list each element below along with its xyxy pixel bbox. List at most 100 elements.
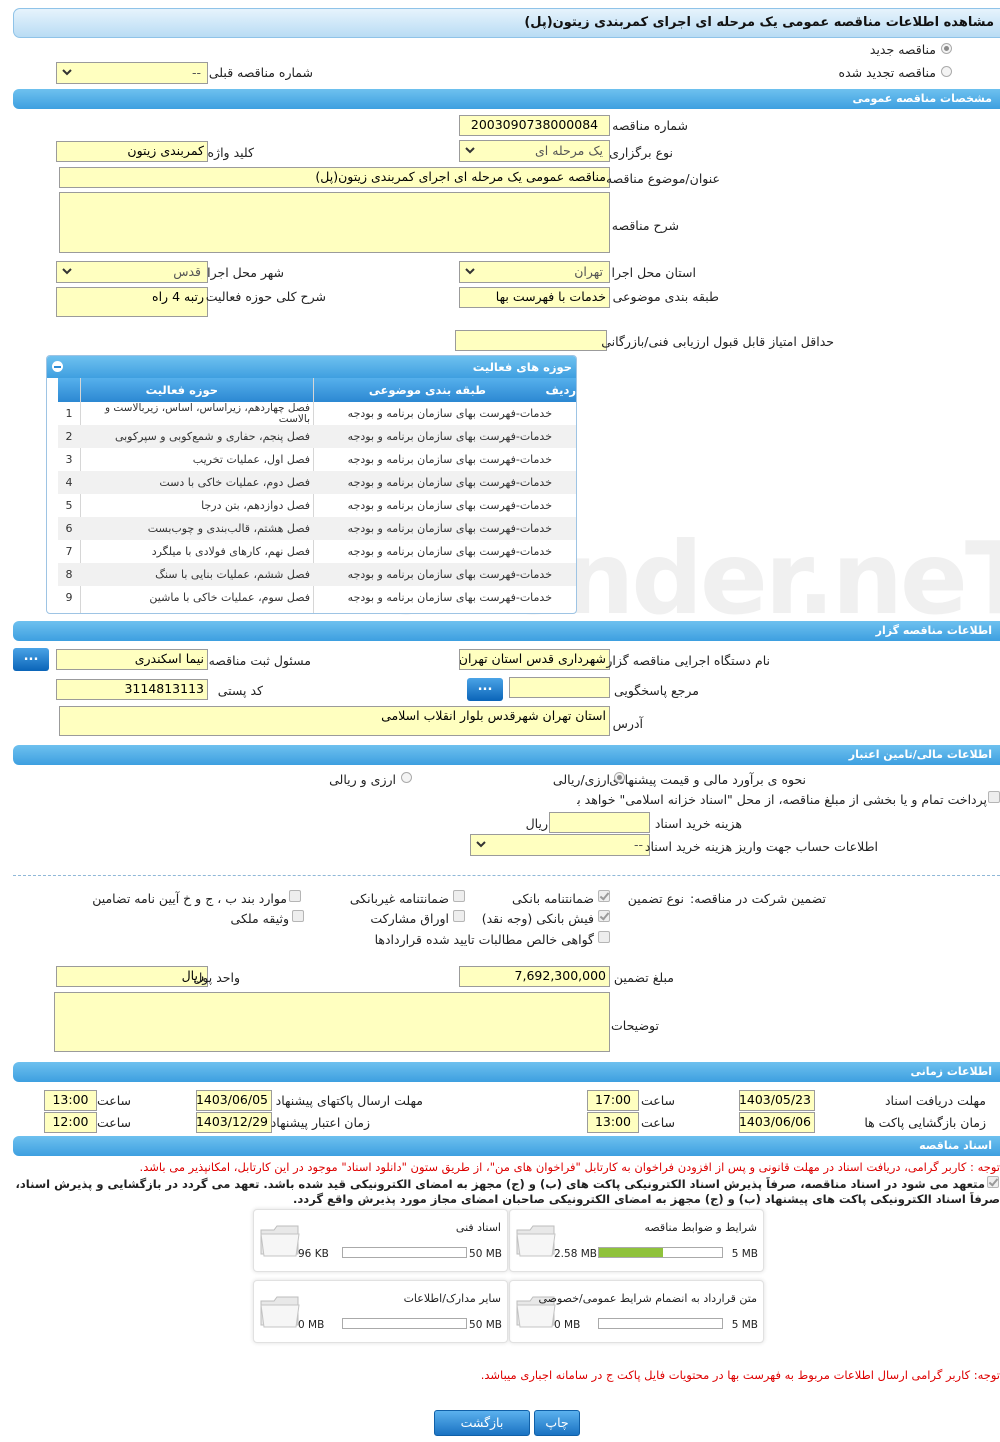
registrar-lookup-button[interactable]: ... bbox=[13, 648, 49, 671]
postal-code-field: 3114813113 bbox=[56, 679, 208, 700]
nonbank-guarantee-checkbox[interactable] bbox=[453, 890, 465, 902]
document-file-card[interactable]: متن قرارداد به انضمام شرایط عمومی/خصوصی 5… bbox=[509, 1280, 764, 1343]
file-max-size: 50 MB bbox=[469, 1319, 502, 1331]
estimate-option-1-label: ارزی/ریالی bbox=[552, 772, 610, 787]
back-button[interactable]: بازگشت bbox=[434, 1410, 530, 1436]
bank-receipt-checkbox[interactable] bbox=[598, 910, 610, 922]
doc-time-label: ساعت bbox=[640, 1093, 675, 1108]
holding-type-select[interactable]: یک مرحله ای bbox=[459, 140, 610, 162]
islamic-treasury-label: پرداخت تمام و یا بخشی از مبلغ مناقصه، از… bbox=[577, 792, 987, 807]
province-select[interactable]: تهران bbox=[459, 261, 610, 283]
doc-fee-label: هزینه خرید اسناد bbox=[654, 816, 742, 831]
row-category: خدمات-فهرست بهای سازمان برنامه و بودجه bbox=[347, 591, 552, 604]
collapse-icon[interactable] bbox=[52, 361, 63, 372]
estimate-option-2-radio[interactable] bbox=[401, 772, 412, 783]
row-category: خدمات-فهرست بهای سازمان برنامه و بودجه bbox=[347, 476, 552, 489]
row-field: فصل نهم، کارهای فولادی با میلگرد bbox=[151, 545, 310, 558]
file-name: متن قرارداد به انضمام شرایط عمومی/خصوصی bbox=[538, 1292, 757, 1305]
file-size-bar bbox=[598, 1247, 723, 1258]
table-row: 3 خدمات-فهرست بهای سازمان برنامه و بودجه ف… bbox=[58, 448, 576, 471]
file-size-bar bbox=[598, 1318, 723, 1329]
document-file-card[interactable]: اسناد فنی 50 MB 96 KB bbox=[253, 1209, 508, 1272]
account-select[interactable]: -- bbox=[470, 834, 650, 856]
scope-field: رتبه 4 راه bbox=[56, 287, 208, 317]
document-file-card[interactable]: سایر مدارک/اطلاعات 50 MB 0 MB bbox=[253, 1280, 508, 1343]
property-checkbox[interactable] bbox=[292, 910, 304, 922]
guarantee-notes-field bbox=[54, 992, 610, 1052]
documents-section-header: اسناد مناقصه bbox=[13, 1136, 1000, 1156]
validity-time: 12:00 bbox=[44, 1112, 97, 1133]
folder-icon bbox=[514, 1220, 558, 1263]
city-value: قدس bbox=[173, 264, 201, 279]
activity-panel: حوزه های فعالیت ردیف طبقه بندی موضوعی حو… bbox=[46, 355, 577, 614]
opening-field: 1403/06/06 bbox=[739, 1112, 815, 1133]
guarantee-amount-label: مبلغ تضمین bbox=[613, 970, 674, 985]
registrar-field: نیما اسکندری bbox=[56, 649, 208, 670]
reference-lookup-button[interactable]: ... bbox=[467, 678, 503, 701]
file-current-size: 2.58 MB bbox=[554, 1248, 597, 1260]
previous-tender-select[interactable]: -- bbox=[56, 62, 208, 84]
other-items-checkbox[interactable] bbox=[289, 890, 301, 902]
guarantee-amount-field: 7,692,300,000 bbox=[459, 966, 610, 987]
row-category: خدمات-فهرست بهای سازمان برنامه و بودجه bbox=[347, 499, 552, 512]
chevron-down-icon bbox=[465, 147, 475, 154]
doc-deadline-field: 1403/05/23 bbox=[739, 1090, 815, 1111]
bank-guarantee-checkbox[interactable] bbox=[598, 890, 610, 902]
city-select[interactable]: قدس bbox=[56, 261, 208, 283]
file-name: اسناد فنی bbox=[455, 1221, 501, 1234]
validity-time-label: ساعت bbox=[96, 1115, 131, 1130]
new-tender-radio[interactable] bbox=[941, 43, 952, 54]
province-label: استان محل اجرا bbox=[611, 265, 696, 280]
category-field: خدمات با فهرست بها bbox=[459, 287, 610, 308]
table-row: 4 خدمات-فهرست بهای سازمان برنامه و بودجه ف… bbox=[58, 471, 576, 494]
min-score-label: حداقل امتیاز قابل قبول ارزیابی فنی/بازرگ… bbox=[601, 334, 834, 349]
col-row: ردیف bbox=[545, 383, 576, 397]
timing-section-header: اطلاعات زمانی bbox=[13, 1062, 1000, 1082]
address-label: آدرس bbox=[612, 716, 643, 731]
address-field: استان تهران شهرقدس بلوار انقلاب اسلامی bbox=[59, 706, 610, 736]
previous-tender-label: شماره مناقصه قبلی bbox=[208, 65, 313, 80]
guarantee-notes-label: توضیحات bbox=[611, 1018, 659, 1033]
documents-section-title: اسناد مناقصه bbox=[919, 1139, 992, 1152]
guarantee-title: تضمین شرکت در مناقصه: bbox=[690, 891, 826, 906]
row-field: فصل ششم، عملیات بنایی با سنگ bbox=[155, 568, 310, 581]
doc-deadline-time: 17:00 bbox=[587, 1090, 639, 1111]
chevron-down-icon bbox=[465, 268, 475, 275]
activity-table-header: ردیف طبقه بندی موضوعی حوزه فعالیت bbox=[58, 378, 576, 402]
guarantee-type-label: نوع تضمین bbox=[627, 891, 684, 906]
bonds-checkbox[interactable] bbox=[453, 910, 465, 922]
islamic-treasury-checkbox[interactable] bbox=[988, 791, 1000, 803]
claims-checkbox[interactable] bbox=[598, 931, 610, 943]
scope-label: شرح کلی حوزه فعالیت bbox=[205, 289, 326, 304]
estimate-option-1-radio[interactable] bbox=[614, 772, 625, 783]
row-field: فصل دوم، عملیات خاکی با دست bbox=[159, 476, 310, 489]
bonds-label: اوراق مشارکت bbox=[370, 911, 449, 926]
document-file-card[interactable]: شرایط و ضوابط مناقصه 5 MB 2.58 MB bbox=[509, 1209, 764, 1272]
currency-label: واحد پول bbox=[193, 970, 240, 985]
print-button[interactable]: چاپ bbox=[534, 1410, 580, 1436]
table-row: 2 خدمات-فهرست بهای سازمان برنامه و بودجه ف… bbox=[58, 425, 576, 448]
table-row: 1 خدمات-فهرست بهای سازمان برنامه و بودجه ف… bbox=[58, 402, 576, 425]
renewed-tender-radio[interactable] bbox=[941, 66, 952, 77]
commitment-checkbox[interactable] bbox=[987, 1176, 999, 1188]
file-max-size: 5 MB bbox=[731, 1319, 758, 1331]
organizer-section-header: اطلاعات مناقصه گزار bbox=[13, 621, 1000, 641]
agency-label: نام دستگاه اجرایی مناقصه گزار bbox=[606, 653, 770, 668]
submit-deadline-time: 13:00 bbox=[44, 1090, 97, 1111]
validity-label: زمان اعتبار پیشنهاد bbox=[270, 1115, 370, 1130]
folder-icon bbox=[258, 1220, 302, 1263]
submit-deadline-field: 1403/06/05 bbox=[196, 1090, 272, 1111]
chevron-down-icon bbox=[62, 268, 72, 275]
row-field: فصل اول، عملیات تخریب bbox=[192, 453, 310, 466]
activity-panel-header: حوزه های فعالیت bbox=[47, 356, 576, 378]
previous-tender-value: -- bbox=[191, 65, 201, 80]
opening-label: زمان بازگشایی پاکت ها bbox=[864, 1115, 986, 1130]
reference-label: مرجع پاسخگویی bbox=[613, 683, 699, 698]
row-field: فصل دوازدهم، بتن درجا bbox=[201, 499, 310, 512]
row-field: فصل سوم، عملیات خاکی با ماشین bbox=[149, 591, 310, 604]
registrar-label: مسئول ثبت مناقصه bbox=[208, 653, 311, 668]
nonbank-guarantee-label: ضمانتنامه غیربانکی bbox=[349, 891, 449, 906]
timing-section-title: اطلاعات زمانی bbox=[910, 1065, 992, 1078]
row-category: خدمات-فهرست بهای سازمان برنامه و بودجه bbox=[347, 430, 552, 443]
holding-type-value: یک مرحله ای bbox=[534, 143, 603, 158]
